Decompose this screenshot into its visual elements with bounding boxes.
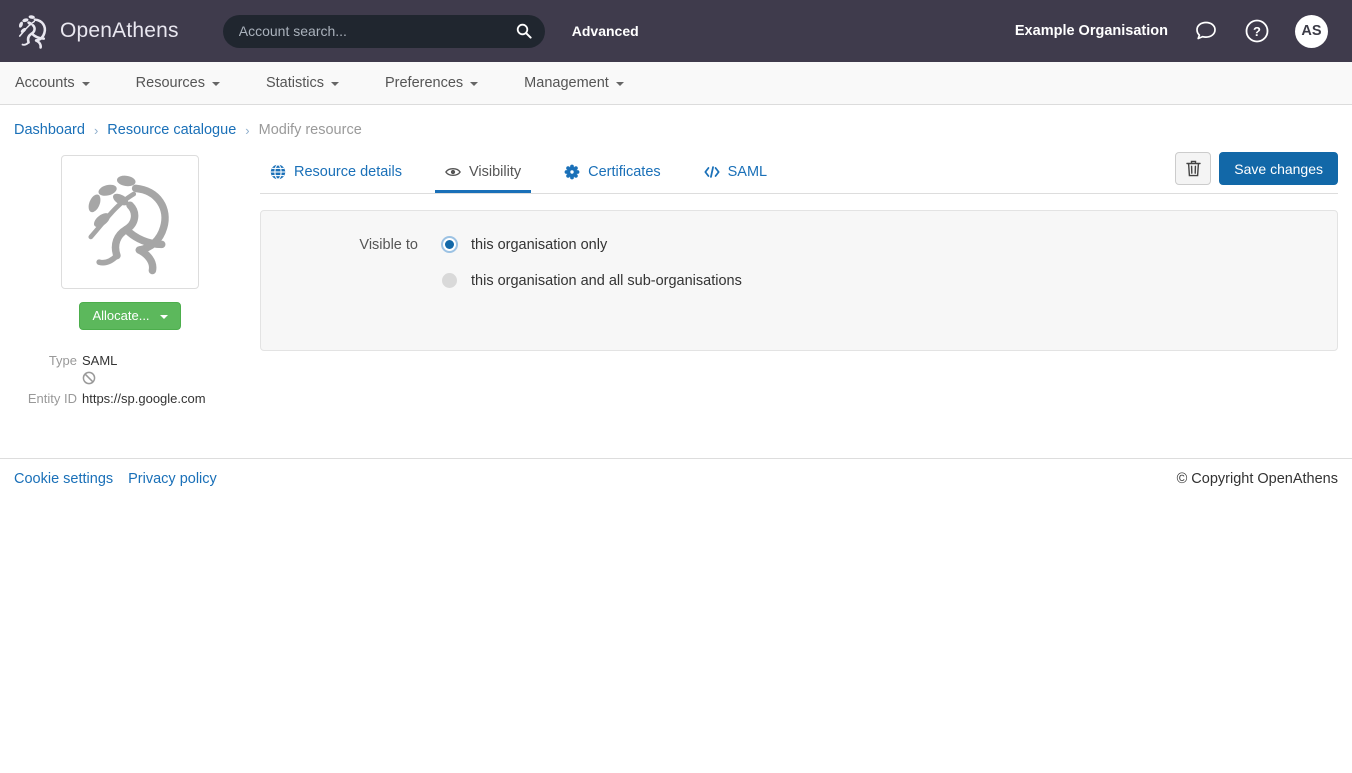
breadcrumb-separator: › [94, 123, 98, 138]
visible-to-label: Visible to [261, 237, 441, 253]
help-button[interactable]: ? [1244, 18, 1270, 44]
tab-label: SAML [728, 164, 768, 180]
entity-id-value: https://sp.google.com [82, 391, 206, 406]
chevron-down-icon [160, 315, 168, 319]
chevron-down-icon [331, 82, 339, 86]
globe-icon [270, 164, 286, 180]
chat-bubble-icon [1193, 18, 1219, 44]
radio-selected-icon[interactable] [441, 236, 458, 253]
type-label: Type [14, 353, 77, 368]
allocate-label: Allocate... [92, 308, 149, 323]
type-status-row [14, 371, 246, 385]
tab-certificates[interactable]: Certificates [554, 151, 671, 193]
breadcrumb: Dashboard › Resource catalogue › Modify … [0, 105, 1352, 151]
brand-name: OpenAthens [60, 19, 179, 43]
search-icon[interactable] [516, 23, 532, 39]
tab-visibility[interactable]: Visibility [435, 151, 531, 193]
save-changes-button[interactable]: Save changes [1219, 152, 1338, 185]
resource-sidebar: Allocate... Type SAML Entity ID https://… [14, 151, 246, 409]
option-all-sub-organisations[interactable]: this organisation and all sub-organisati… [441, 272, 742, 289]
chevron-down-icon [212, 82, 220, 86]
chevron-down-icon [616, 82, 624, 86]
svg-text:?: ? [1253, 24, 1261, 39]
tab-label: Certificates [588, 164, 661, 180]
openathens-logo[interactable]: OpenAthens [14, 11, 179, 51]
visibility-panel: Visible to this organisation only this o… [260, 210, 1338, 351]
nav-label: Management [524, 75, 609, 91]
athena-head-icon [14, 11, 52, 51]
nav-label: Accounts [15, 75, 75, 91]
nav-statistics[interactable]: Statistics [266, 75, 339, 91]
type-row: Type SAML [14, 353, 246, 368]
nav-management[interactable]: Management [524, 75, 624, 91]
nav-label: Statistics [266, 75, 324, 91]
entity-id-label: Entity ID [14, 391, 77, 406]
nav-preferences[interactable]: Preferences [385, 75, 478, 91]
tab-label: Visibility [469, 164, 521, 180]
nav-accounts[interactable]: Accounts [15, 75, 90, 91]
delete-resource-button[interactable] [1175, 152, 1211, 185]
chevron-down-icon [470, 82, 478, 86]
entity-id-row: Entity ID https://sp.google.com [14, 391, 246, 406]
breadcrumb-separator: › [245, 123, 249, 138]
advanced-search-link[interactable]: Advanced [572, 23, 639, 39]
eye-icon [445, 164, 461, 180]
type-value: SAML [82, 353, 117, 368]
breadcrumb-current: Modify resource [259, 122, 362, 138]
option-label: this organisation and all sub-organisati… [471, 273, 742, 289]
help-icon: ? [1244, 18, 1270, 44]
visibility-option-row: Visible to this organisation only [261, 236, 1337, 253]
main-panel: Resource details Visibility [260, 151, 1338, 351]
athena-logo [74, 166, 186, 278]
code-icon [704, 164, 720, 180]
resource-details: Type SAML Entity ID https://sp.google.co… [14, 353, 246, 406]
tab-actions: Save changes [1175, 152, 1338, 192]
main-navigation: Accounts Resources Statistics Preference… [0, 62, 1352, 105]
blocked-icon [82, 371, 96, 385]
account-search [223, 15, 545, 48]
privacy-policy-link[interactable]: Privacy policy [128, 471, 217, 487]
content: Allocate... Type SAML Entity ID https://… [0, 151, 1352, 458]
user-avatar[interactable]: AS [1295, 15, 1328, 48]
certificate-icon [564, 164, 580, 180]
allocate-button[interactable]: Allocate... [79, 302, 180, 330]
option-this-organisation-only[interactable]: this organisation only [441, 236, 607, 253]
footer: Cookie settings Privacy policy © Copyrig… [0, 458, 1352, 499]
radio-disabled-icon[interactable] [442, 273, 457, 288]
breadcrumb-dashboard[interactable]: Dashboard [14, 122, 85, 138]
tab-label: Resource details [294, 164, 402, 180]
topbar: OpenAthens Advanced Example Organisation… [0, 0, 1352, 62]
nav-resources[interactable]: Resources [136, 75, 220, 91]
cookie-settings-link[interactable]: Cookie settings [14, 471, 113, 487]
tab-saml[interactable]: SAML [694, 151, 778, 193]
breadcrumb-resource-catalogue[interactable]: Resource catalogue [107, 122, 236, 138]
chat-button[interactable] [1193, 18, 1219, 44]
copyright-text: © Copyright OpenAthens [1177, 471, 1338, 487]
topbar-right: Example Organisation ? AS [1015, 15, 1328, 48]
chevron-down-icon [82, 82, 90, 86]
nav-label: Resources [136, 75, 205, 91]
trash-icon [1186, 160, 1201, 177]
option-label: this organisation only [471, 237, 607, 253]
tab-resource-details[interactable]: Resource details [260, 151, 412, 193]
account-search-input[interactable] [239, 23, 516, 39]
resource-image [61, 155, 199, 289]
nav-label: Preferences [385, 75, 463, 91]
footer-links: Cookie settings Privacy policy [14, 471, 217, 487]
visibility-option-row: this organisation and all sub-organisati… [261, 272, 1337, 289]
organisation-name[interactable]: Example Organisation [1015, 23, 1168, 39]
tab-bar: Resource details Visibility [260, 151, 1338, 194]
